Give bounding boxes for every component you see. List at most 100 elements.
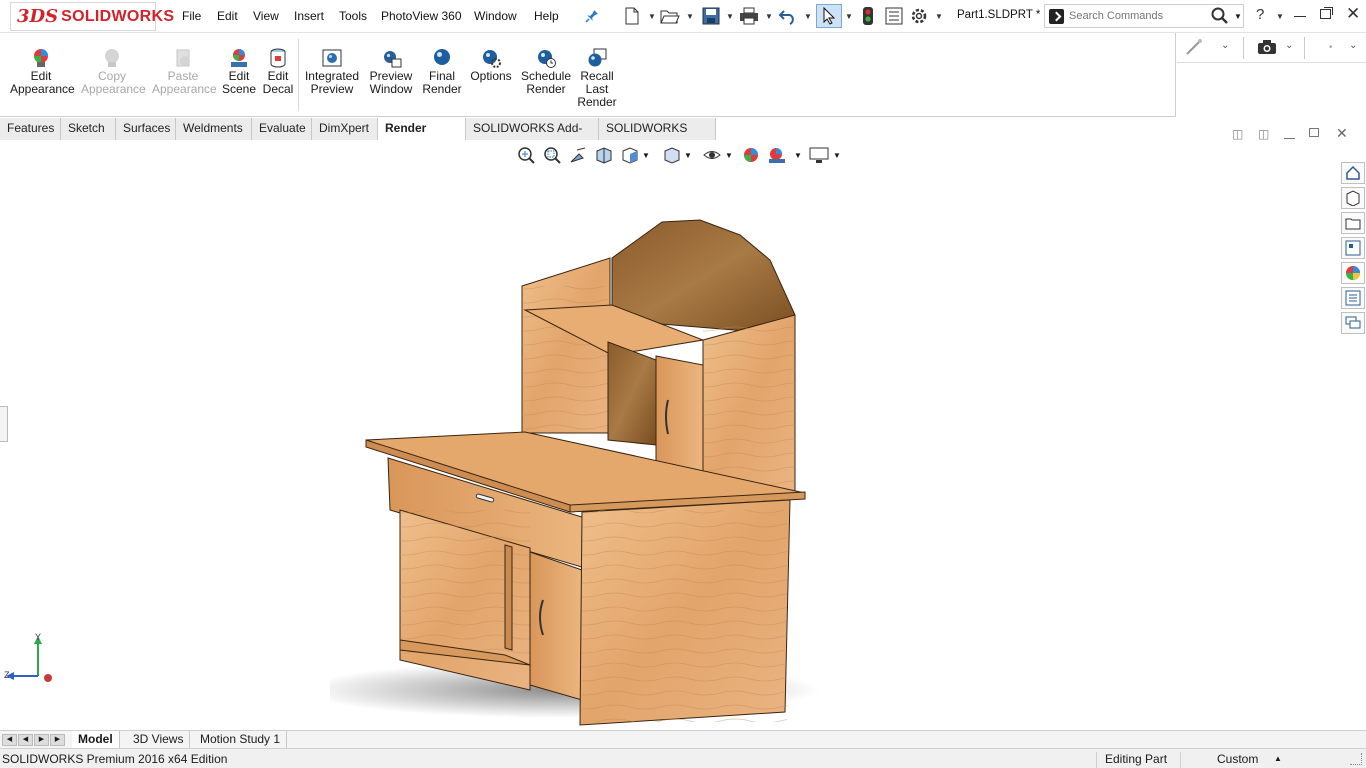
final-render-button[interactable]: Final Render	[422, 47, 462, 96]
doc-close-icon[interactable]: ✕	[1336, 125, 1348, 142]
file-properties-icon[interactable]	[884, 6, 904, 26]
zoom-to-area-icon[interactable]	[543, 146, 561, 164]
apply-scene-icon[interactable]	[767, 146, 785, 164]
search-commands-box[interactable]: ▼	[1044, 4, 1244, 28]
scroll-first-icon[interactable]: ◀	[2, 734, 17, 746]
tile-right-icon[interactable]: ◫	[1258, 127, 1269, 141]
menu-photoview-360[interactable]: PhotoView 360	[381, 9, 462, 23]
save-icon[interactable]	[701, 6, 721, 26]
tab-weldments[interactable]: Weldments	[176, 118, 252, 140]
scroll-last-icon[interactable]: ▶	[50, 734, 65, 746]
solidworks-resources-home-icon[interactable]	[1341, 162, 1365, 184]
design-library-icon[interactable]	[1341, 187, 1365, 209]
file-explorer-icon[interactable]	[1341, 212, 1365, 234]
display-style-dropdown-icon[interactable]: ▼	[684, 151, 702, 169]
tab-evaluate[interactable]: Evaluate	[252, 118, 312, 140]
open-folder-icon[interactable]	[660, 6, 680, 26]
tab-solidworks-mbd[interactable]: SOLIDWORKS MBD	[599, 118, 716, 156]
save-dropdown-icon[interactable]: ▼	[726, 12, 734, 21]
desk-3d-model[interactable]	[330, 210, 830, 730]
camera-icon[interactable]	[1257, 39, 1277, 58]
tile-left-icon[interactable]: ◫	[1232, 127, 1243, 141]
solidworks-logo[interactable]: 3DS SOLIDWORKS	[10, 2, 174, 31]
menu-tools[interactable]: Tools	[339, 9, 367, 23]
graphics-area[interactable]: ◫ ◫ ✕ Y Z	[0, 125, 1366, 730]
zoom-to-fit-icon[interactable]	[517, 146, 535, 164]
pin-icon[interactable]	[582, 6, 602, 26]
select-dropdown-icon[interactable]: ▼	[845, 12, 853, 21]
doc-restore-icon[interactable]	[1309, 128, 1319, 137]
display-style-icon[interactable]	[663, 146, 681, 164]
search-commands-input[interactable]	[1069, 8, 1209, 24]
solidworks-forum-icon[interactable]	[1341, 312, 1365, 334]
select-cursor-icon[interactable]	[816, 4, 842, 28]
custom-properties-icon[interactable]	[1341, 287, 1365, 309]
units-selector[interactable]: Custom	[1217, 752, 1258, 766]
tab-3d-views[interactable]: 3D Views	[127, 731, 191, 749]
integrated-preview-button[interactable]: Integrated Preview	[303, 47, 361, 96]
expand-dropdown-icon[interactable]: ⌄	[1349, 40, 1357, 51]
menu-window[interactable]: Window	[474, 9, 517, 23]
copy-appearance-button[interactable]: Copy Appearance	[81, 47, 146, 96]
feature-tree-collapse-handle[interactable]	[0, 406, 8, 442]
menu-help[interactable]: Help	[534, 9, 559, 23]
options-dropdown-icon[interactable]: ▼	[935, 12, 943, 21]
rebuild-traffic-light-icon[interactable]	[858, 6, 878, 26]
help-dropdown-icon[interactable]: ▼	[1276, 12, 1284, 21]
print-icon[interactable]	[739, 6, 759, 26]
print-dropdown-icon[interactable]: ▼	[765, 12, 773, 21]
tab-dimxpert[interactable]: DimXpert	[312, 118, 378, 140]
new-document-icon[interactable]	[622, 6, 642, 26]
resize-grip-icon[interactable]	[1350, 753, 1362, 765]
close-icon[interactable]: ✕	[1346, 4, 1360, 24]
paste-appearance-button[interactable]: Paste Appearance	[152, 47, 217, 96]
help-icon[interactable]: ?	[1256, 6, 1264, 23]
hide-show-dropdown-icon[interactable]: ▼	[725, 151, 743, 169]
tab-sketch[interactable]: Sketch	[61, 118, 116, 140]
doc-minimize-icon[interactable]	[1284, 138, 1295, 139]
wand-icon[interactable]	[1185, 38, 1205, 59]
schedule-render-button[interactable]: Schedule Render	[520, 47, 572, 96]
minimize-icon[interactable]	[1294, 16, 1306, 17]
camera-dropdown-icon[interactable]: ⌄	[1285, 40, 1293, 51]
undo-dropdown-icon[interactable]: ▼	[804, 12, 812, 21]
wand-dropdown-icon[interactable]: ⌄	[1221, 40, 1229, 51]
previous-view-icon[interactable]	[569, 146, 587, 164]
tab-motion-study-1[interactable]: Motion Study 1	[194, 731, 288, 749]
view-settings-icon[interactable]	[809, 146, 829, 164]
scroll-prev-icon[interactable]: ◀	[18, 734, 33, 746]
recall-last-render-button[interactable]: Recall Last Render	[577, 47, 617, 109]
search-dropdown-icon[interactable]: ▼	[1234, 12, 1242, 21]
edit-appearance-view-icon[interactable]	[742, 146, 760, 164]
preview-window-button[interactable]: Preview Window	[367, 47, 415, 96]
section-view-icon[interactable]	[595, 146, 613, 164]
appearances-scenes-icon[interactable]	[1341, 262, 1365, 284]
menu-insert[interactable]: Insert	[294, 9, 324, 23]
menu-edit[interactable]: Edit	[217, 9, 238, 23]
restore-icon[interactable]	[1320, 9, 1331, 19]
menu-file[interactable]: File	[182, 9, 201, 23]
edit-scene-button[interactable]: Edit Scene	[221, 47, 257, 96]
undo-icon[interactable]	[778, 6, 798, 26]
tab-scroll-arrows[interactable]: ◀ ◀ ▶ ▶	[2, 734, 66, 746]
view-orientation-icon[interactable]	[621, 146, 639, 164]
tab-render-tools[interactable]: Render Tools	[378, 118, 466, 156]
tab-surfaces[interactable]: Surfaces	[116, 118, 176, 140]
search-icon[interactable]	[1211, 7, 1229, 28]
units-dropdown-icon[interactable]: ▲	[1274, 754, 1282, 763]
tab-model[interactable]: Model	[72, 731, 120, 749]
view-settings-dropdown-icon[interactable]: ▼	[833, 151, 851, 169]
edit-appearance-button[interactable]: Edit Appearance	[10, 47, 75, 96]
tab-solidworks-add-ins[interactable]: SOLIDWORKS Add-Ins	[466, 118, 599, 156]
render-options-button[interactable]: Options	[469, 47, 513, 83]
hide-show-items-icon[interactable]	[703, 146, 721, 164]
tab-features[interactable]: Features	[0, 118, 61, 140]
edit-decal-button[interactable]: Edit Decal	[262, 47, 294, 96]
menu-view[interactable]: View	[253, 9, 279, 23]
new-dropdown-icon[interactable]: ▼	[648, 12, 656, 21]
view-palette-icon[interactable]	[1341, 237, 1365, 259]
view-orientation-dropdown-icon[interactable]: ▼	[642, 151, 660, 169]
open-dropdown-icon[interactable]: ▼	[686, 12, 694, 21]
scroll-next-icon[interactable]: ▶	[34, 734, 49, 746]
options-gear-icon[interactable]	[909, 6, 929, 26]
